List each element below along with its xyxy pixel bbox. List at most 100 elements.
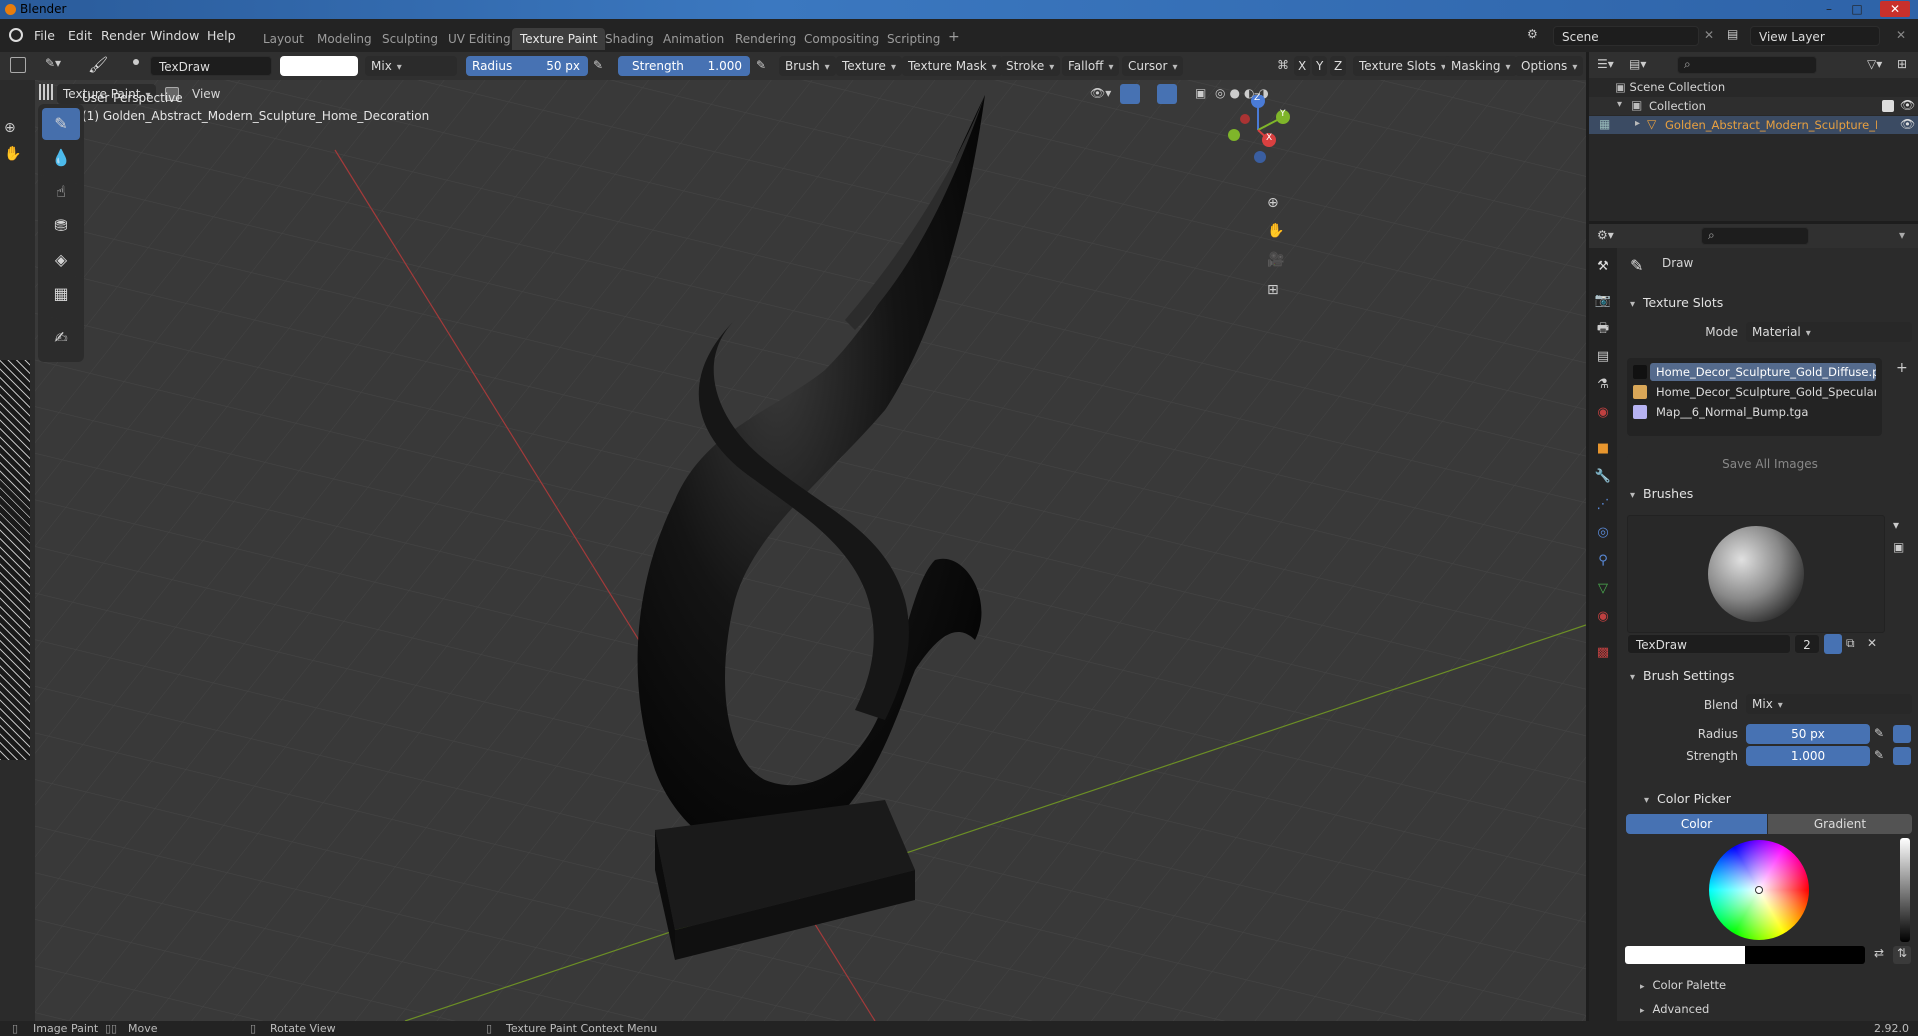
swap-colors-icon[interactable]: ⇄ <box>1874 946 1884 960</box>
fake-user-icon[interactable] <box>133 59 139 65</box>
image-row-1[interactable]: Home_Decor_Sculpture_Gold_Diffuse.png <box>1650 363 1876 381</box>
editor-type-viewport-icon[interactable] <box>39 84 55 100</box>
view-layer-tab-icon[interactable]: ▤ <box>1594 348 1612 366</box>
tab-scripting[interactable]: Scripting <box>879 28 948 50</box>
collection-eye-icon[interactable]: 👁 <box>1900 98 1915 112</box>
radius-unified-icon[interactable] <box>1893 725 1911 743</box>
zoom-icon[interactable]: ⊕ <box>1267 195 1279 211</box>
falloff-menu[interactable]: Falloff <box>1062 56 1120 76</box>
mirror-z-toggle[interactable]: Z <box>1330 56 1347 76</box>
add-slot-button[interactable]: + <box>1896 360 1908 376</box>
view-layer-field[interactable]: View Layer <box>1750 26 1880 46</box>
save-all-images-button[interactable]: Save All Images <box>1627 454 1913 474</box>
tab-animation[interactable]: Animation <box>655 28 732 50</box>
strength-pressure-icon[interactable]: ✎ <box>1874 748 1884 762</box>
radius-field[interactable]: 50 px <box>1746 724 1870 744</box>
mode-dropdown[interactable]: Material <box>1746 322 1912 342</box>
properties-editor-icon[interactable]: ⚙▾ <box>1597 228 1614 242</box>
color-swatch-bar[interactable] <box>1625 946 1865 964</box>
gizmo-toggle-icon[interactable] <box>1120 84 1140 104</box>
blend-dropdown[interactable]: Mix <box>365 56 457 76</box>
texture-mask-menu[interactable]: Texture Mask <box>902 56 1003 76</box>
color-picker-panel-header[interactable]: Color Picker <box>1636 787 1918 809</box>
constraints-tab-icon[interactable]: ⚲ <box>1594 552 1612 570</box>
modifier-tab-icon[interactable]: 🔧 <box>1594 468 1612 486</box>
render-tab-icon[interactable]: 📷 <box>1594 292 1612 310</box>
tab-sculpting[interactable]: Sculpting <box>374 28 446 50</box>
object-tab-icon[interactable]: ■ <box>1594 440 1612 458</box>
texture-slots-menu[interactable]: Texture Slots <box>1353 56 1453 76</box>
unified-color-icon[interactable]: ⇅ <box>1893 946 1911 964</box>
texture-tab-icon[interactable]: ▩ <box>1594 644 1612 662</box>
smear-tool-icon[interactable]: ☝ <box>42 176 80 208</box>
radius-slider[interactable]: Radius 50 px <box>466 56 588 76</box>
scene-collection-row[interactable]: ▣ Scene Collection <box>1615 80 1725 94</box>
scene-icon[interactable]: ⚙ <box>1527 27 1549 45</box>
menu-file[interactable]: File <box>34 28 55 43</box>
scene-close-icon[interactable]: ✕ <box>1704 28 1714 42</box>
outliner-editor-icon[interactable]: ☰▾ <box>1597 57 1614 71</box>
filter-icon[interactable]: ▽▾ <box>1867 57 1882 71</box>
collection-checkbox[interactable] <box>1882 100 1894 112</box>
brush-settings-panel-header[interactable]: Brush Settings <box>1622 664 1916 686</box>
visibility-icon[interactable]: 👁▾ <box>1090 86 1111 100</box>
outliner-search[interactable]: ⌕ <box>1677 56 1817 74</box>
menu-window[interactable]: Window <box>150 28 199 43</box>
tab-uv-editing[interactable]: UV Editing <box>440 28 519 50</box>
options-menu[interactable]: Options <box>1515 56 1584 76</box>
editor-type-icon[interactable] <box>10 57 26 73</box>
menu-render[interactable]: Render <box>101 28 146 43</box>
brush-menu[interactable]: Brush <box>779 56 836 76</box>
radius-pressure-icon[interactable]: ✎ <box>1874 726 1884 740</box>
draw-tool-icon[interactable]: ✎ <box>42 108 80 140</box>
navigation-gizmo[interactable]: Z Y X <box>1225 93 1295 165</box>
tab-texture-paint[interactable]: Texture Paint <box>512 28 606 50</box>
color-palette-row[interactable]: ▸ Color Palette <box>1640 978 1726 992</box>
cursor-menu[interactable]: Cursor <box>1122 56 1184 76</box>
brushes-panel-header[interactable]: Brushes <box>1622 482 1916 504</box>
paint-mode-icon[interactable]: ✎▾ <box>45 56 61 70</box>
output-tab-icon[interactable]: 🖶 <box>1594 320 1612 338</box>
tool-tab-icon[interactable]: ⚒ <box>1594 258 1612 276</box>
view-layer-icon[interactable]: ▤ <box>1727 27 1747 41</box>
fill-tool-icon[interactable]: ◈ <box>42 244 80 276</box>
particles-tab-icon[interactable]: ⋰ <box>1594 496 1612 514</box>
strength-unified-icon[interactable] <box>1893 747 1911 765</box>
scene-field[interactable]: Scene <box>1553 26 1699 46</box>
brush-image-icon[interactable]: ▣ <box>1893 540 1904 554</box>
physics-tab-icon[interactable]: ◎ <box>1594 524 1612 542</box>
collection-row[interactable]: ▾ ▣ Collection 👁 <box>1589 97 1918 115</box>
clone-tool-icon[interactable]: ⛃ <box>42 210 80 242</box>
properties-search[interactable]: ⌕ <box>1701 227 1809 245</box>
view-layer-close-icon[interactable]: ✕ <box>1896 28 1906 42</box>
menu-help[interactable]: Help <box>207 28 236 43</box>
annotate-tool-icon[interactable]: ✍ <box>42 322 80 354</box>
properties-options-icon[interactable]: ▾ <box>1899 228 1905 242</box>
duplicate-brush-icon[interactable]: ⧉ <box>1846 636 1855 651</box>
new-collection-icon[interactable]: ⊞ <box>1897 57 1907 71</box>
color-tab[interactable]: Color <box>1626 814 1767 834</box>
image-row-2[interactable]: Home_Decor_Sculpture_Gold_Specular.png <box>1650 383 1876 401</box>
camera-icon[interactable]: 🎥 <box>1267 252 1284 268</box>
close-button[interactable]: ✕ <box>1880 1 1910 17</box>
xray-icon[interactable]: ▣ <box>1195 86 1206 100</box>
material-tab-icon[interactable]: ◉ <box>1594 608 1612 626</box>
world-tab-icon[interactable]: ◉ <box>1594 404 1612 422</box>
tab-rendering[interactable]: Rendering <box>727 28 804 50</box>
scene-tab-icon[interactable]: ⚗ <box>1594 376 1612 394</box>
strength-slider[interactable]: Strength 1.000 <box>618 56 750 76</box>
menu-edit[interactable]: Edit <box>68 28 92 43</box>
color-wheel-cursor[interactable] <box>1755 886 1763 894</box>
blender-menu-icon[interactable] <box>9 28 23 42</box>
value-slider[interactable] <box>1900 838 1910 942</box>
expand-icon[interactable]: ▾ <box>1617 99 1622 110</box>
advanced-row[interactable]: ▸ Advanced <box>1640 1002 1709 1016</box>
brush-name-field[interactable]: TexDraw <box>1627 634 1791 654</box>
minimize-button[interactable]: – <box>1820 1 1838 17</box>
brush-preview-box[interactable] <box>1627 515 1885 633</box>
strength-pressure-icon[interactable]: ✎ <box>756 58 766 72</box>
texture-slots-panel-header[interactable]: Texture Slots <box>1622 291 1916 313</box>
stroke-menu[interactable]: Stroke <box>1000 56 1061 76</box>
add-workspace-button[interactable]: + <box>940 28 968 50</box>
3d-viewport[interactable]: Texture Paint View 👁▾ ▣ ◎●◐◑ User Perspe… <box>35 80 1586 1021</box>
